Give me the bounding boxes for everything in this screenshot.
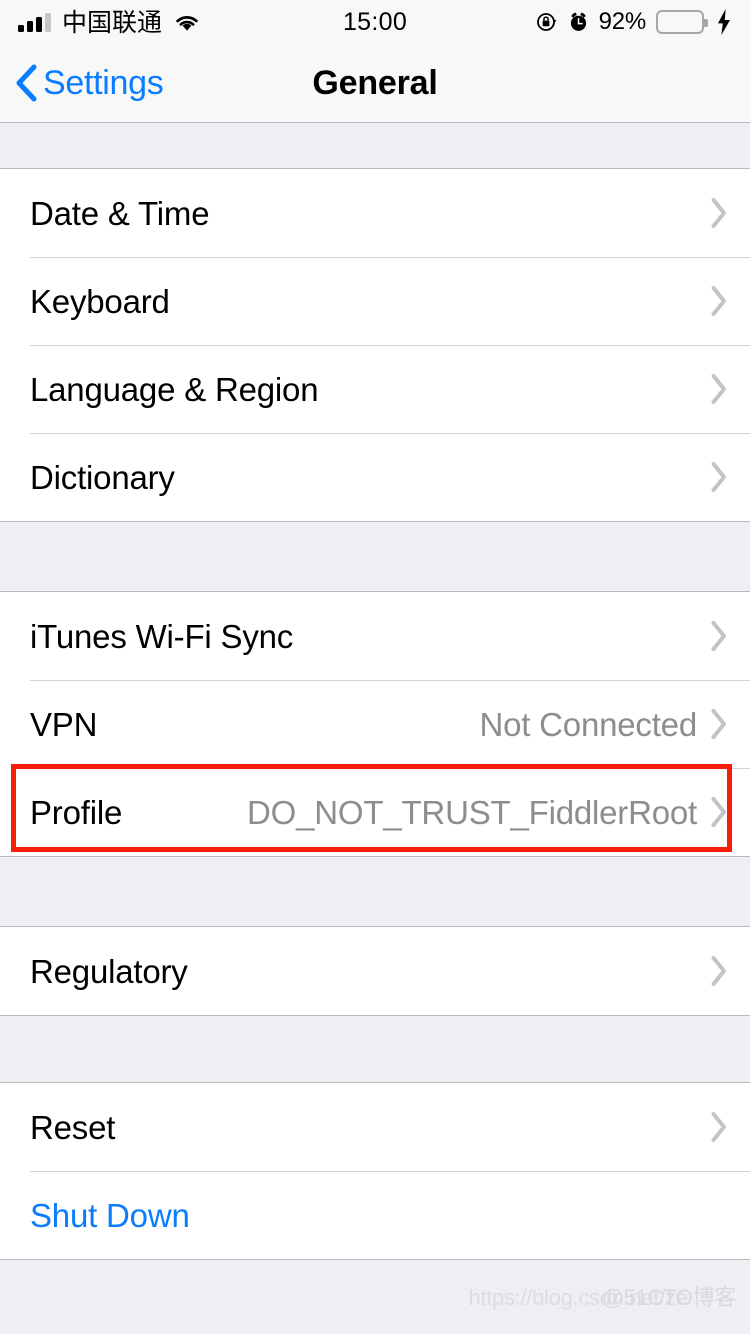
row-date-time[interactable]: Date & Time xyxy=(0,169,750,257)
row-label: Profile xyxy=(30,793,123,831)
section-gap-2 xyxy=(0,857,750,926)
status-bar: 中国联通 15:00 92% xyxy=(0,0,750,44)
chevron-right-icon xyxy=(711,1112,728,1142)
row-label: Language & Region xyxy=(30,370,319,408)
status-bar-right: 92% xyxy=(536,8,732,36)
row-keyboard[interactable]: Keyboard xyxy=(0,257,750,345)
row-profile[interactable]: Profile DO_NOT_TRUST_FiddlerRoot xyxy=(0,768,750,856)
section-gap-top xyxy=(0,123,750,168)
rotation-lock-icon xyxy=(536,11,558,33)
chevron-right-icon xyxy=(711,374,728,404)
chevron-right-icon xyxy=(711,709,728,739)
row-language-region[interactable]: Language & Region xyxy=(0,345,750,433)
row-label: Keyboard xyxy=(30,282,170,320)
section-gap-3 xyxy=(0,1016,750,1082)
iphone-screen: 中国联通 15:00 92% Settings General Date & T… xyxy=(0,0,750,1334)
settings-list[interactable]: Date & Time Keyboard Language & Region D… xyxy=(0,123,750,1334)
row-vpn[interactable]: VPN Not Connected xyxy=(0,680,750,768)
row-label: Reset xyxy=(30,1108,116,1146)
row-value: Not Connected xyxy=(479,705,697,743)
back-button-label: Settings xyxy=(43,63,164,102)
row-value: DO_NOT_TRUST_FiddlerRoot xyxy=(247,793,697,831)
row-label: iTunes Wi-Fi Sync xyxy=(30,617,294,655)
carrier-name: 中国联通 xyxy=(62,7,163,37)
row-label: Shut Down xyxy=(30,1196,190,1234)
battery-percentage: 92% xyxy=(598,8,647,35)
section-gap-bottom xyxy=(0,1260,750,1334)
status-bar-left: 中国联通 xyxy=(18,10,201,35)
settings-section-2: iTunes Wi-Fi Sync VPN Not Connected Prof… xyxy=(0,591,750,857)
wifi-icon xyxy=(173,12,201,33)
chevron-right-icon xyxy=(711,462,728,492)
signal-bars-icon xyxy=(18,12,51,32)
row-itunes-wifi-sync[interactable]: iTunes Wi-Fi Sync xyxy=(0,592,750,680)
navigation-bar: Settings General xyxy=(0,44,750,123)
chevron-right-icon xyxy=(711,198,728,228)
section-gap-1 xyxy=(0,522,750,591)
settings-section-1: Date & Time Keyboard Language & Region D… xyxy=(0,168,750,522)
settings-section-4: Reset Shut Down xyxy=(0,1082,750,1260)
chevron-right-icon xyxy=(711,621,728,651)
alarm-clock-icon xyxy=(568,11,589,33)
battery-icon xyxy=(656,10,708,34)
row-regulatory[interactable]: Regulatory xyxy=(0,927,750,1015)
row-label: Date & Time xyxy=(30,194,210,232)
chevron-right-icon xyxy=(711,797,728,827)
lightning-bolt-icon xyxy=(714,9,732,35)
chevron-right-icon xyxy=(711,286,728,316)
row-label: Regulatory xyxy=(30,952,188,990)
row-label: VPN xyxy=(30,705,98,743)
row-dictionary[interactable]: Dictionary xyxy=(0,433,750,521)
row-label: Dictionary xyxy=(30,458,175,496)
settings-section-3: Regulatory xyxy=(0,926,750,1016)
chevron-left-icon xyxy=(15,64,37,102)
row-reset[interactable]: Reset xyxy=(0,1083,750,1171)
back-button[interactable]: Settings xyxy=(0,63,164,103)
chevron-right-icon xyxy=(711,956,728,986)
row-shut-down[interactable]: Shut Down xyxy=(0,1171,750,1259)
